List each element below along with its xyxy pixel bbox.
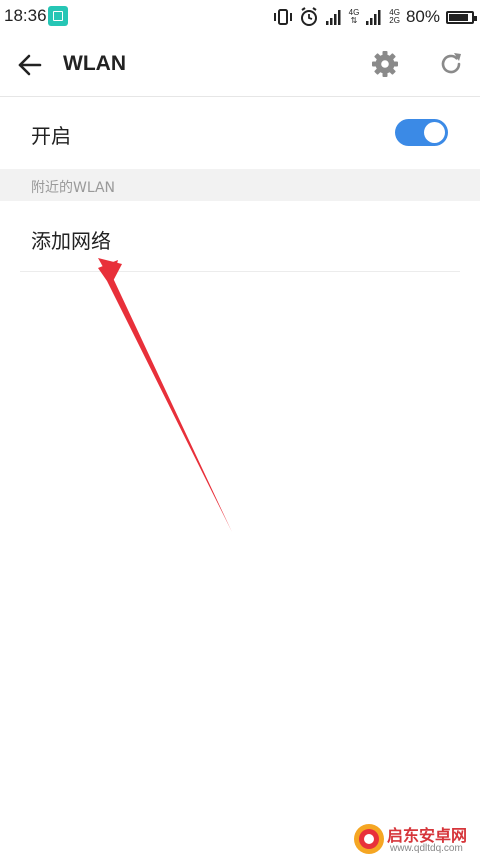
watermark-logo-icon — [354, 824, 384, 854]
watermark: 启东安卓网 www.qdltdq.com — [352, 822, 480, 858]
annotation-arrow-icon — [98, 258, 232, 532]
watermark-url: www.qdltdq.com — [390, 843, 463, 854]
